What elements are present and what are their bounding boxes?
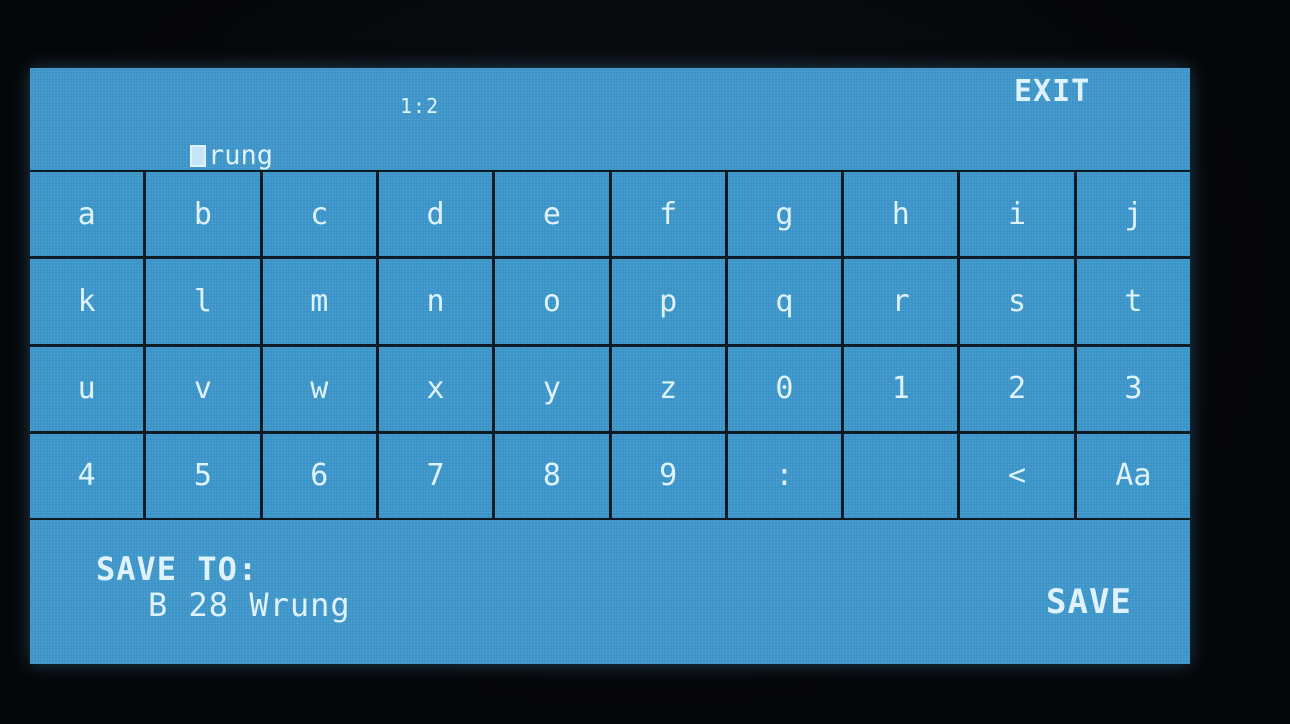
exit-button[interactable]: EXIT xyxy=(1014,74,1090,109)
key-y[interactable]: y xyxy=(495,346,609,431)
key-h[interactable]: h xyxy=(844,172,958,257)
key-k[interactable]: k xyxy=(30,259,144,344)
key-3[interactable]: 3 xyxy=(1076,346,1190,431)
key-j[interactable]: j xyxy=(1076,172,1190,257)
key-w[interactable]: w xyxy=(262,346,376,431)
key-0[interactable]: 0 xyxy=(727,346,842,431)
key-1[interactable]: 1 xyxy=(844,346,958,431)
name-input[interactable]: rung xyxy=(190,140,273,171)
save-to-destination: B 28 Wrung xyxy=(148,586,351,624)
key-space[interactable] xyxy=(844,433,958,518)
key-z[interactable]: z xyxy=(611,346,725,431)
key-c[interactable]: c xyxy=(262,172,376,257)
key-x[interactable]: x xyxy=(378,346,493,431)
key-7[interactable]: 7 xyxy=(378,433,493,518)
on-screen-keyboard: a b c d e f g h i j k l m n o p q r s t … xyxy=(30,170,1190,520)
key-m[interactable]: m xyxy=(262,259,376,344)
key-o[interactable]: o xyxy=(495,259,609,344)
key-u[interactable]: u xyxy=(30,346,144,431)
key-n[interactable]: n xyxy=(378,259,493,344)
key-a[interactable]: a xyxy=(30,172,144,257)
key-g[interactable]: g xyxy=(727,172,842,257)
key-2[interactable]: 2 xyxy=(960,346,1074,431)
key-i[interactable]: i xyxy=(960,172,1074,257)
key-r[interactable]: r xyxy=(844,259,958,344)
text-cursor xyxy=(190,144,206,167)
key-backspace[interactable]: < xyxy=(960,433,1074,518)
key-case-toggle[interactable]: Aa xyxy=(1076,433,1190,518)
key-p[interactable]: p xyxy=(611,259,725,344)
key-colon[interactable]: : xyxy=(727,433,842,518)
key-v[interactable]: v xyxy=(146,346,260,431)
key-b[interactable]: b xyxy=(146,172,260,257)
position-indicator: 1:2 xyxy=(400,94,440,118)
save-button[interactable]: SAVE xyxy=(1046,582,1132,622)
device-bezel: 1:2 EXIT rung a b c d e f g h i j k l m … xyxy=(0,0,1290,724)
key-9[interactable]: 9 xyxy=(611,433,725,518)
key-f[interactable]: f xyxy=(611,172,725,257)
key-6[interactable]: 6 xyxy=(262,433,376,518)
key-q[interactable]: q xyxy=(727,259,842,344)
key-4[interactable]: 4 xyxy=(30,433,144,518)
lcd-screen: 1:2 EXIT rung a b c d e f g h i j k l m … xyxy=(30,68,1190,664)
key-l[interactable]: l xyxy=(146,259,260,344)
key-d[interactable]: d xyxy=(378,172,493,257)
key-s[interactable]: s xyxy=(960,259,1074,344)
save-to-label: SAVE TO: xyxy=(96,550,259,588)
key-t[interactable]: t xyxy=(1076,259,1190,344)
key-5[interactable]: 5 xyxy=(146,433,260,518)
key-8[interactable]: 8 xyxy=(495,433,609,518)
key-e[interactable]: e xyxy=(495,172,609,257)
name-input-text: rung xyxy=(208,140,274,171)
